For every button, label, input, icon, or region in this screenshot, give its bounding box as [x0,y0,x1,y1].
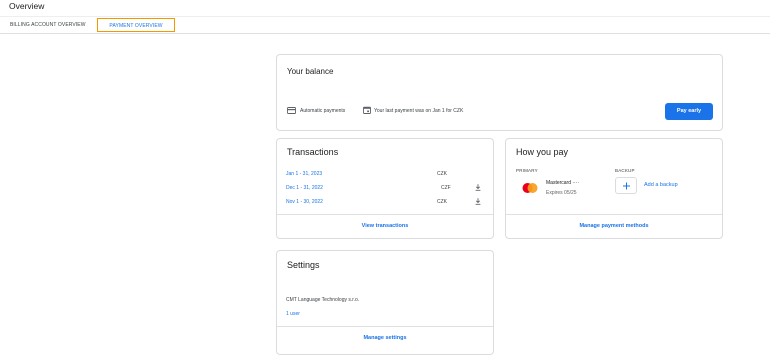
transaction-currency: CZF [441,185,451,191]
settings-title: Settings [287,260,320,270]
divider [506,214,722,215]
page-header: Overview [0,0,770,15]
calendar-icon [363,106,371,114]
tab-billing-account-overview[interactable]: BILLING ACCOUNT OVERVIEW [10,17,86,33]
view-transactions-link[interactable]: View transactions [277,223,493,229]
balance-card: Your balance Automatic payments Your las… [276,54,723,131]
page-title: Overview [9,1,45,11]
divider [277,214,493,215]
manage-payment-methods-link[interactable]: Manage payment methods [506,223,722,229]
divider [277,326,493,327]
mastercard-logo-icon [522,183,538,193]
company-name: CMT Language Technology s.r.o. [286,297,360,303]
card-expiry: Expires 05/25 [546,190,577,196]
transactions-title: Transactions [287,147,339,157]
transaction-currency: CZK [437,199,447,205]
download-icon[interactable] [475,184,481,191]
transaction-date[interactable]: Dec 1 - 31, 2022 [286,185,323,191]
automatic-payments-label: Automatic payments [300,108,346,114]
add-backup-link[interactable]: Add a backup [644,182,678,188]
tab-bar: BILLING ACCOUNT OVERVIEW PAYMENT OVERVIE… [0,16,770,34]
manage-settings-link[interactable]: Manage settings [277,335,493,341]
plus-icon [623,182,630,190]
add-backup-button[interactable] [615,177,637,194]
backup-label: BACKUP [615,168,635,173]
credit-card-icon [287,107,296,114]
transactions-card: Transactions Jan 1 - 31, 2023 CZK Dec 1 … [276,138,494,239]
settings-card: Settings CMT Language Technology s.r.o. … [276,250,494,355]
last-payment-text: Your last payment was on Jan 1 for CZK [374,108,464,114]
download-icon[interactable] [475,198,481,205]
pay-early-button[interactable]: Pay early [665,103,713,120]
tab-payment-overview[interactable]: PAYMENT OVERVIEW [97,18,175,32]
balance-title: Your balance [287,67,334,76]
primary-label: PRIMARY [516,168,538,173]
transaction-date[interactable]: Jan 1 - 31, 2023 [286,171,322,177]
users-link[interactable]: 1 user [286,311,300,317]
transaction-date[interactable]: Nov 1 - 30, 2022 [286,199,323,205]
how-you-pay-title: How you pay [516,147,569,157]
how-you-pay-card: How you pay PRIMARY BACKUP Mastercard ··… [505,138,723,239]
card-name: Mastercard ···· [546,180,580,186]
transaction-currency: CZK [437,171,447,177]
